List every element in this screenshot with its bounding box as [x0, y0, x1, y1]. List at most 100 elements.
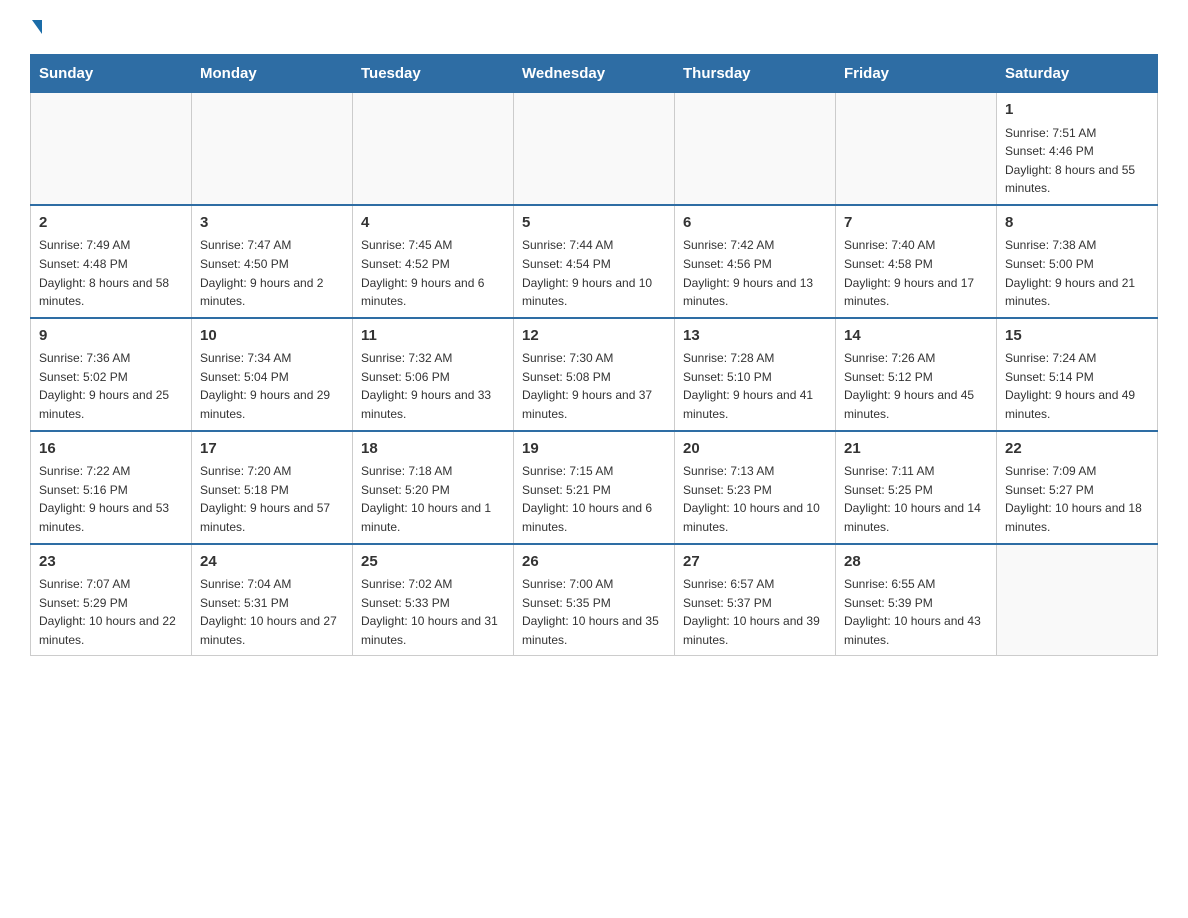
day-info: Sunrise: 7:28 AMSunset: 5:10 PMDaylight:…: [683, 349, 827, 423]
day-number: 9: [39, 325, 183, 348]
page-header: [30, 20, 1158, 34]
day-number: 28: [844, 551, 988, 574]
calendar-day-cell: 6Sunrise: 7:42 AMSunset: 4:56 PMDaylight…: [675, 205, 836, 318]
day-number: 2: [39, 212, 183, 235]
calendar-day-cell: [31, 93, 192, 205]
calendar-day-cell: [192, 93, 353, 205]
day-number: 18: [361, 438, 505, 461]
day-number: 3: [200, 212, 344, 235]
weekday-header-sunday: Sunday: [31, 55, 192, 93]
day-number: 13: [683, 325, 827, 348]
calendar-day-cell: [353, 93, 514, 205]
day-info: Sunrise: 7:40 AMSunset: 4:58 PMDaylight:…: [844, 236, 988, 310]
logo-arrow-icon: [32, 20, 42, 34]
day-info: Sunrise: 7:51 AMSunset: 4:46 PMDaylight:…: [1005, 124, 1149, 198]
day-number: 21: [844, 438, 988, 461]
day-number: 23: [39, 551, 183, 574]
day-info: Sunrise: 7:18 AMSunset: 5:20 PMDaylight:…: [361, 462, 505, 536]
calendar-day-cell: 13Sunrise: 7:28 AMSunset: 5:10 PMDayligh…: [675, 318, 836, 431]
day-number: 14: [844, 325, 988, 348]
day-info: Sunrise: 7:49 AMSunset: 4:48 PMDaylight:…: [39, 236, 183, 310]
day-info: Sunrise: 7:45 AMSunset: 4:52 PMDaylight:…: [361, 236, 505, 310]
day-number: 12: [522, 325, 666, 348]
calendar-day-cell: 28Sunrise: 6:55 AMSunset: 5:39 PMDayligh…: [836, 544, 997, 656]
day-info: Sunrise: 7:42 AMSunset: 4:56 PMDaylight:…: [683, 236, 827, 310]
day-info: Sunrise: 6:57 AMSunset: 5:37 PMDaylight:…: [683, 575, 827, 649]
calendar-day-cell: 1Sunrise: 7:51 AMSunset: 4:46 PMDaylight…: [997, 93, 1158, 205]
calendar-day-cell: [675, 93, 836, 205]
calendar-day-cell: 3Sunrise: 7:47 AMSunset: 4:50 PMDaylight…: [192, 205, 353, 318]
day-info: Sunrise: 7:47 AMSunset: 4:50 PMDaylight:…: [200, 236, 344, 310]
day-info: Sunrise: 7:00 AMSunset: 5:35 PMDaylight:…: [522, 575, 666, 649]
calendar-day-cell: 21Sunrise: 7:11 AMSunset: 5:25 PMDayligh…: [836, 431, 997, 544]
calendar-day-cell: 10Sunrise: 7:34 AMSunset: 5:04 PMDayligh…: [192, 318, 353, 431]
day-number: 15: [1005, 325, 1149, 348]
day-info: Sunrise: 7:07 AMSunset: 5:29 PMDaylight:…: [39, 575, 183, 649]
day-info: Sunrise: 7:26 AMSunset: 5:12 PMDaylight:…: [844, 349, 988, 423]
logo: [30, 20, 44, 34]
weekday-header-saturday: Saturday: [997, 55, 1158, 93]
calendar-day-cell: 23Sunrise: 7:07 AMSunset: 5:29 PMDayligh…: [31, 544, 192, 656]
day-info: Sunrise: 7:30 AMSunset: 5:08 PMDaylight:…: [522, 349, 666, 423]
day-info: Sunrise: 7:04 AMSunset: 5:31 PMDaylight:…: [200, 575, 344, 649]
day-info: Sunrise: 7:36 AMSunset: 5:02 PMDaylight:…: [39, 349, 183, 423]
calendar-day-cell: 24Sunrise: 7:04 AMSunset: 5:31 PMDayligh…: [192, 544, 353, 656]
calendar-day-cell: 16Sunrise: 7:22 AMSunset: 5:16 PMDayligh…: [31, 431, 192, 544]
weekday-header-thursday: Thursday: [675, 55, 836, 93]
day-info: Sunrise: 7:38 AMSunset: 5:00 PMDaylight:…: [1005, 236, 1149, 310]
day-info: Sunrise: 7:09 AMSunset: 5:27 PMDaylight:…: [1005, 462, 1149, 536]
day-number: 25: [361, 551, 505, 574]
calendar-day-cell: 12Sunrise: 7:30 AMSunset: 5:08 PMDayligh…: [514, 318, 675, 431]
calendar-day-cell: 9Sunrise: 7:36 AMSunset: 5:02 PMDaylight…: [31, 318, 192, 431]
day-info: Sunrise: 7:02 AMSunset: 5:33 PMDaylight:…: [361, 575, 505, 649]
calendar-day-cell: 20Sunrise: 7:13 AMSunset: 5:23 PMDayligh…: [675, 431, 836, 544]
day-number: 20: [683, 438, 827, 461]
calendar-day-cell: 18Sunrise: 7:18 AMSunset: 5:20 PMDayligh…: [353, 431, 514, 544]
calendar-day-cell: 8Sunrise: 7:38 AMSunset: 5:00 PMDaylight…: [997, 205, 1158, 318]
day-number: 27: [683, 551, 827, 574]
day-number: 11: [361, 325, 505, 348]
calendar-day-cell: 22Sunrise: 7:09 AMSunset: 5:27 PMDayligh…: [997, 431, 1158, 544]
day-number: 5: [522, 212, 666, 235]
day-info: Sunrise: 6:55 AMSunset: 5:39 PMDaylight:…: [844, 575, 988, 649]
day-number: 4: [361, 212, 505, 235]
day-number: 7: [844, 212, 988, 235]
day-number: 16: [39, 438, 183, 461]
day-number: 19: [522, 438, 666, 461]
calendar-day-cell: [514, 93, 675, 205]
weekday-header-wednesday: Wednesday: [514, 55, 675, 93]
calendar-week-row: 16Sunrise: 7:22 AMSunset: 5:16 PMDayligh…: [31, 431, 1158, 544]
calendar-week-row: 23Sunrise: 7:07 AMSunset: 5:29 PMDayligh…: [31, 544, 1158, 656]
calendar-week-row: 1Sunrise: 7:51 AMSunset: 4:46 PMDaylight…: [31, 93, 1158, 205]
day-info: Sunrise: 7:24 AMSunset: 5:14 PMDaylight:…: [1005, 349, 1149, 423]
day-info: Sunrise: 7:11 AMSunset: 5:25 PMDaylight:…: [844, 462, 988, 536]
weekday-header-row: SundayMondayTuesdayWednesdayThursdayFrid…: [31, 55, 1158, 93]
day-info: Sunrise: 7:15 AMSunset: 5:21 PMDaylight:…: [522, 462, 666, 536]
calendar-day-cell: 11Sunrise: 7:32 AMSunset: 5:06 PMDayligh…: [353, 318, 514, 431]
weekday-header-friday: Friday: [836, 55, 997, 93]
calendar-day-cell: [836, 93, 997, 205]
calendar-day-cell: 17Sunrise: 7:20 AMSunset: 5:18 PMDayligh…: [192, 431, 353, 544]
day-info: Sunrise: 7:22 AMSunset: 5:16 PMDaylight:…: [39, 462, 183, 536]
calendar-day-cell: 2Sunrise: 7:49 AMSunset: 4:48 PMDaylight…: [31, 205, 192, 318]
day-info: Sunrise: 7:20 AMSunset: 5:18 PMDaylight:…: [200, 462, 344, 536]
weekday-header-monday: Monday: [192, 55, 353, 93]
calendar-day-cell: 14Sunrise: 7:26 AMSunset: 5:12 PMDayligh…: [836, 318, 997, 431]
weekday-header-tuesday: Tuesday: [353, 55, 514, 93]
day-number: 26: [522, 551, 666, 574]
calendar-day-cell: 7Sunrise: 7:40 AMSunset: 4:58 PMDaylight…: [836, 205, 997, 318]
calendar-day-cell: 26Sunrise: 7:00 AMSunset: 5:35 PMDayligh…: [514, 544, 675, 656]
day-info: Sunrise: 7:13 AMSunset: 5:23 PMDaylight:…: [683, 462, 827, 536]
calendar-day-cell: 19Sunrise: 7:15 AMSunset: 5:21 PMDayligh…: [514, 431, 675, 544]
calendar-day-cell: 15Sunrise: 7:24 AMSunset: 5:14 PMDayligh…: [997, 318, 1158, 431]
day-number: 6: [683, 212, 827, 235]
calendar-day-cell: 27Sunrise: 6:57 AMSunset: 5:37 PMDayligh…: [675, 544, 836, 656]
day-number: 10: [200, 325, 344, 348]
day-number: 22: [1005, 438, 1149, 461]
day-number: 1: [1005, 99, 1149, 122]
calendar-week-row: 9Sunrise: 7:36 AMSunset: 5:02 PMDaylight…: [31, 318, 1158, 431]
calendar-day-cell: 5Sunrise: 7:44 AMSunset: 4:54 PMDaylight…: [514, 205, 675, 318]
day-info: Sunrise: 7:34 AMSunset: 5:04 PMDaylight:…: [200, 349, 344, 423]
day-info: Sunrise: 7:32 AMSunset: 5:06 PMDaylight:…: [361, 349, 505, 423]
day-info: Sunrise: 7:44 AMSunset: 4:54 PMDaylight:…: [522, 236, 666, 310]
